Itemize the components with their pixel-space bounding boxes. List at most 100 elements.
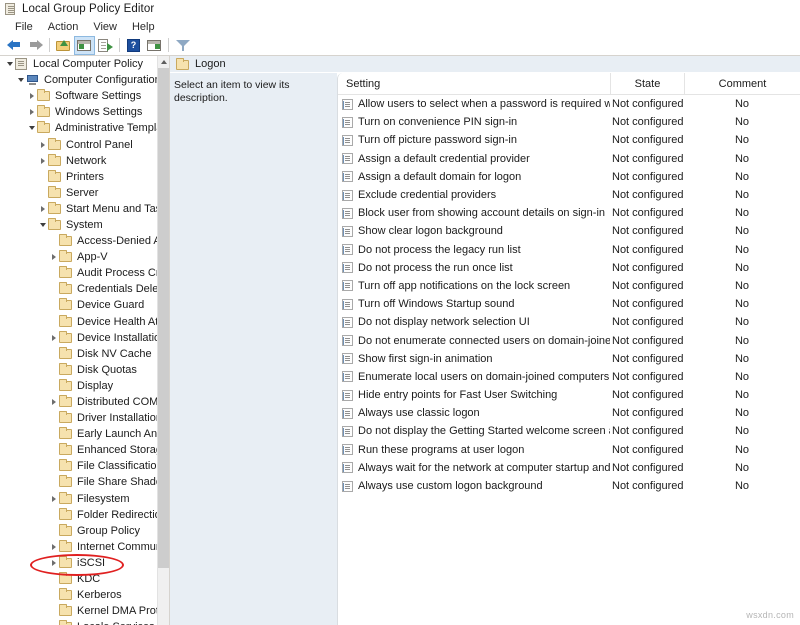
tree-node[interactable]: Windows Settings xyxy=(0,104,158,120)
tree-node[interactable]: Driver Installation xyxy=(0,410,158,426)
chevron-right-icon[interactable] xyxy=(48,254,59,260)
up-one-level-button[interactable] xyxy=(53,36,74,55)
properties-button[interactable] xyxy=(144,36,165,55)
tree-node[interactable]: Disk Quotas xyxy=(0,362,158,378)
tree-node[interactable]: Access-Denied Assistance xyxy=(0,233,158,249)
tree-node[interactable]: Device Guard xyxy=(0,297,158,313)
chevron-down-icon[interactable] xyxy=(37,223,48,227)
table-row[interactable]: Exclude credential providersNot configur… xyxy=(338,186,800,204)
table-row[interactable]: Show first sign-in animationNot configur… xyxy=(338,350,800,368)
tree-node[interactable]: Group Policy xyxy=(0,523,158,539)
settings-list-view[interactable]: Setting State Comment Allow users to sel… xyxy=(337,73,800,625)
filter-icon xyxy=(176,39,190,52)
table-row[interactable]: Hide entry points for Fast User Switchin… xyxy=(338,386,800,404)
tree-node[interactable]: App-V xyxy=(0,249,158,265)
table-row[interactable]: Do not process the legacy run listNot co… xyxy=(338,241,800,259)
help-button[interactable]: ? xyxy=(123,36,144,55)
tree-node[interactable]: Internet Communication Management xyxy=(0,539,158,555)
back-button[interactable] xyxy=(4,36,25,55)
folder-icon xyxy=(59,525,73,537)
console-tree-scrollbar[interactable] xyxy=(157,56,169,625)
chevron-right-icon[interactable] xyxy=(37,206,48,212)
tree-node[interactable]: Early Launch Antimalware xyxy=(0,426,158,442)
chevron-right-icon[interactable] xyxy=(37,158,48,164)
tree-node[interactable]: Computer Configuration xyxy=(0,72,158,88)
cell-setting: Do not process the legacy run list xyxy=(338,244,610,256)
table-row[interactable]: Assign a default domain for logonNot con… xyxy=(338,168,800,186)
chevron-down-icon[interactable] xyxy=(26,126,37,130)
tree-node[interactable]: Network xyxy=(0,153,158,169)
chevron-right-icon[interactable] xyxy=(26,109,37,115)
tree-node[interactable]: Server xyxy=(0,185,158,201)
filter-button[interactable] xyxy=(172,36,193,55)
tree-node[interactable]: Start Menu and Taskbar xyxy=(0,201,158,217)
tree-node[interactable]: Control Panel xyxy=(0,136,158,152)
table-row[interactable]: Assign a default credential providerNot … xyxy=(338,150,800,168)
tree-node[interactable]: Kernel DMA Protection xyxy=(0,603,158,619)
table-row[interactable]: Turn off picture password sign-inNot con… xyxy=(338,131,800,149)
show-hide-console-tree-button[interactable] xyxy=(74,36,95,55)
tree-node[interactable]: iSCSI xyxy=(0,555,158,571)
chevron-right-icon[interactable] xyxy=(48,560,59,566)
chevron-down-icon[interactable] xyxy=(4,62,15,66)
table-row[interactable]: Always use classic logonNot configuredNo xyxy=(338,404,800,422)
column-header-state[interactable]: State xyxy=(610,73,684,95)
menu-item-file[interactable]: File xyxy=(8,20,41,34)
table-row[interactable]: Allow users to select when a password is… xyxy=(338,95,800,113)
tree-node[interactable]: Credentials Delegation xyxy=(0,281,158,297)
table-row[interactable]: Always use custom logon backgroundNot co… xyxy=(338,477,800,495)
table-row[interactable]: Enumerate local users on domain-joined c… xyxy=(338,368,800,386)
tree-node[interactable]: Filesystem xyxy=(0,491,158,507)
table-row[interactable]: Do not enumerate connected users on doma… xyxy=(338,331,800,349)
chevron-right-icon[interactable] xyxy=(48,399,59,405)
table-row[interactable]: Block user from showing account details … xyxy=(338,204,800,222)
tree-node[interactable]: Printers xyxy=(0,169,158,185)
column-header-comment[interactable]: Comment xyxy=(684,73,800,95)
folder-icon xyxy=(59,493,73,505)
tree-node[interactable]: System xyxy=(0,217,158,233)
chevron-right-icon[interactable] xyxy=(37,142,48,148)
tree-node[interactable]: Folder Redirection xyxy=(0,507,158,523)
chevron-right-icon[interactable] xyxy=(48,496,59,502)
tree-node[interactable]: File Classification Infrastructure xyxy=(0,458,158,474)
setting-name: Turn off Windows Startup sound xyxy=(358,298,515,310)
tree-node[interactable]: Enhanced Storage Access xyxy=(0,442,158,458)
tree-node-label: Software Settings xyxy=(55,90,145,102)
cell-state: Not configured xyxy=(610,371,684,383)
tree-node[interactable]: Device Health Attestation Service xyxy=(0,314,158,330)
tree-node[interactable]: Distributed COM xyxy=(0,394,158,410)
table-row[interactable]: Turn off app notifications on the lock s… xyxy=(338,277,800,295)
menu-item-action[interactable]: Action xyxy=(41,20,87,34)
folder-icon xyxy=(59,316,73,328)
table-row[interactable]: Show clear logon backgroundNot configure… xyxy=(338,222,800,240)
tree-node[interactable]: Disk NV Cache xyxy=(0,346,158,362)
table-row[interactable]: Do not process the run once listNot conf… xyxy=(338,259,800,277)
table-row[interactable]: Turn off Windows Startup soundNot config… xyxy=(338,295,800,313)
tree-node[interactable]: Locale Services xyxy=(0,619,158,625)
chevron-right-icon[interactable] xyxy=(26,93,37,99)
scrollbar-thumb[interactable] xyxy=(158,68,170,568)
menu-item-help[interactable]: Help xyxy=(125,20,163,34)
table-row[interactable]: Run these programs at user logonNot conf… xyxy=(338,441,800,459)
chevron-right-icon[interactable] xyxy=(48,544,59,550)
scroll-up-arrow-icon[interactable] xyxy=(158,56,170,68)
tree-node[interactable]: Local Computer Policy xyxy=(0,56,158,72)
table-row[interactable]: Do not display network selection UINot c… xyxy=(338,313,800,331)
menu-item-view[interactable]: View xyxy=(86,20,125,34)
tree-node[interactable]: Administrative Templates xyxy=(0,120,158,136)
table-row[interactable]: Turn on convenience PIN sign-inNot confi… xyxy=(338,113,800,131)
table-row[interactable]: Always wait for the network at computer … xyxy=(338,459,800,477)
chevron-down-icon[interactable] xyxy=(15,78,26,82)
tree-node[interactable]: File Share Shadow Copy Provider xyxy=(0,474,158,490)
tree-node[interactable]: Device Installation xyxy=(0,330,158,346)
chevron-right-icon[interactable] xyxy=(48,335,59,341)
column-header-setting[interactable]: Setting xyxy=(338,73,610,95)
tree-node[interactable]: Software Settings xyxy=(0,88,158,104)
tree-node[interactable]: Display xyxy=(0,378,158,394)
forward-button[interactable] xyxy=(25,36,46,55)
table-row[interactable]: Do not display the Getting Started welco… xyxy=(338,422,800,440)
tree-node[interactable]: Audit Process Creation xyxy=(0,265,158,281)
export-list-button[interactable] xyxy=(95,36,116,55)
tree-node[interactable]: Kerberos xyxy=(0,587,158,603)
tree-node[interactable]: KDC xyxy=(0,571,158,587)
